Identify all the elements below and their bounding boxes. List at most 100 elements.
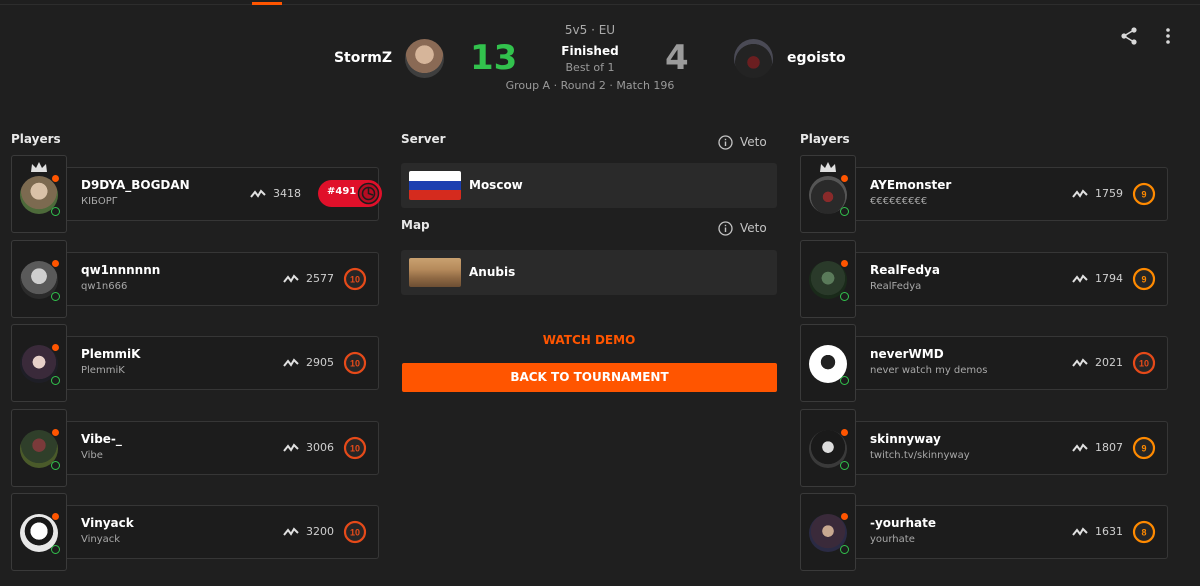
server-veto-link[interactable]: Veto xyxy=(740,135,767,149)
map-label: Map xyxy=(401,218,430,232)
elo-trend-icon xyxy=(1072,443,1088,452)
elo-value: 1794 xyxy=(1095,272,1123,285)
player-row[interactable]: Vinyack Vinyack 3200 10 xyxy=(11,493,379,571)
player-row[interactable]: D9DYA_BOGDAN КІБОРГ 3418 #491 xyxy=(11,155,382,233)
player-avatar-box xyxy=(11,240,67,318)
player-row[interactable]: RealFedya RealFedya 1794 9 xyxy=(800,240,1168,318)
team1-name[interactable]: StormZ xyxy=(334,50,392,66)
active-tab-indicator xyxy=(252,2,282,5)
watch-demo-link[interactable]: WATCH DEMO xyxy=(401,333,777,347)
player-avatar-box xyxy=(11,409,67,487)
player-nickname: Vinyack xyxy=(81,534,121,545)
verified-shield-icon xyxy=(840,207,849,216)
right-players-label: Players xyxy=(800,132,850,146)
team2-avatar[interactable] xyxy=(734,39,773,78)
premium-badge-icon xyxy=(840,259,849,268)
player-name[interactable]: PlemmiK xyxy=(81,347,140,361)
server-card: Moscow xyxy=(401,163,777,208)
player-name[interactable]: RealFedya xyxy=(870,263,940,277)
player-nickname: КІБОРГ xyxy=(81,196,118,207)
verified-shield-icon xyxy=(51,545,60,554)
match-mode: 5v5 · EU xyxy=(564,23,616,37)
player-row[interactable]: skinnyway twitch.tv/skinnyway 1807 9 xyxy=(800,409,1168,487)
premium-badge-icon xyxy=(51,428,60,437)
player-name[interactable]: Vibe-_ xyxy=(81,432,122,446)
premium-badge-icon xyxy=(840,512,849,521)
svg-text:9: 9 xyxy=(1141,444,1146,454)
level-10-icon: 10 xyxy=(343,520,367,544)
team1-score: 13 xyxy=(470,38,518,78)
premium-badge-icon xyxy=(840,428,849,437)
svg-text:9: 9 xyxy=(1141,190,1146,200)
player-row[interactable]: AYEmonster €€€€€€€€€ 1759 9 xyxy=(800,155,1168,233)
player-avatar-box xyxy=(800,324,856,402)
verified-shield-icon xyxy=(51,376,60,385)
info-icon[interactable] xyxy=(718,135,733,150)
premium-badge-icon xyxy=(840,174,849,183)
team1-avatar[interactable] xyxy=(405,39,444,78)
level-10-icon: 10 xyxy=(343,351,367,375)
player-name[interactable]: -yourhate xyxy=(870,516,936,530)
svg-text:10: 10 xyxy=(1139,359,1149,369)
player-nickname: qw1n666 xyxy=(81,281,128,292)
premium-badge-icon xyxy=(51,343,60,352)
russia-flag-icon xyxy=(409,171,461,200)
svg-text:9: 9 xyxy=(1141,275,1146,285)
player-avatar-box xyxy=(11,155,67,233)
share-icon[interactable] xyxy=(1119,26,1139,46)
player-avatar-box xyxy=(11,324,67,402)
player-row[interactable]: -yourhate yourhate 1631 8 xyxy=(800,493,1168,571)
player-avatar-box xyxy=(800,493,856,571)
svg-text:10: 10 xyxy=(350,528,360,538)
elo-value: 1631 xyxy=(1095,525,1123,538)
player-name[interactable]: Vinyack xyxy=(81,516,134,530)
info-icon[interactable] xyxy=(718,221,733,236)
player-row[interactable]: Vibe-_ Vibe 3006 10 xyxy=(11,409,379,487)
player-avatar-box xyxy=(800,155,856,233)
level-10-icon: 10 xyxy=(343,436,367,460)
player-name[interactable]: AYEmonster xyxy=(870,178,951,192)
more-vertical-icon[interactable] xyxy=(1160,26,1176,46)
verified-shield-icon xyxy=(840,461,849,470)
player-name[interactable]: neverWMD xyxy=(870,347,944,361)
verified-shield-icon xyxy=(840,292,849,301)
level-9-icon: 9 xyxy=(1132,436,1156,460)
elo-value: 3418 xyxy=(273,187,301,200)
crown-icon xyxy=(820,162,836,172)
elo-value: 2905 xyxy=(306,356,334,369)
verified-shield-icon xyxy=(840,545,849,554)
player-row[interactable]: qw1nnnnnn qw1n666 2577 10 xyxy=(11,240,379,318)
player-name[interactable]: D9DYA_BOGDAN xyxy=(81,178,190,192)
player-avatar-box xyxy=(11,493,67,571)
player-name[interactable]: qw1nnnnnn xyxy=(81,263,160,277)
player-nickname: yourhate xyxy=(870,534,915,545)
player-name[interactable]: skinnyway xyxy=(870,432,941,446)
svg-text:10: 10 xyxy=(350,444,360,454)
player-nickname: twitch.tv/skinnyway xyxy=(870,450,970,461)
team2-name[interactable]: egoisto xyxy=(787,50,846,66)
level-10-icon: 10 xyxy=(343,267,367,291)
server-value: Moscow xyxy=(469,178,523,192)
elo-value: 2577 xyxy=(306,272,334,285)
verified-shield-icon xyxy=(51,461,60,470)
map-thumbnail xyxy=(409,258,461,287)
elo-trend-icon xyxy=(283,274,299,283)
map-veto-link[interactable]: Veto xyxy=(740,221,767,235)
elo-trend-icon xyxy=(250,189,266,198)
elo-trend-icon xyxy=(283,443,299,452)
elo-trend-icon xyxy=(1072,527,1088,536)
player-avatar-box xyxy=(800,409,856,487)
premium-badge-icon xyxy=(51,512,60,521)
elo-trend-icon xyxy=(1072,274,1088,283)
verified-shield-icon xyxy=(51,292,60,301)
player-row[interactable]: neverWMD never watch my demos 2021 10 xyxy=(800,324,1168,402)
rank-badge: #491 xyxy=(318,180,382,207)
player-row[interactable]: PlemmiK PlemmiK 2905 10 xyxy=(11,324,379,402)
server-label: Server xyxy=(401,132,446,146)
elo-value: 1807 xyxy=(1095,441,1123,454)
team2-score: 4 xyxy=(665,38,689,78)
player-nickname: RealFedya xyxy=(870,281,922,292)
premium-badge-icon xyxy=(51,174,60,183)
back-to-tournament-button[interactable]: BACK TO TOURNAMENT xyxy=(402,363,777,392)
svg-text:10: 10 xyxy=(350,275,360,285)
